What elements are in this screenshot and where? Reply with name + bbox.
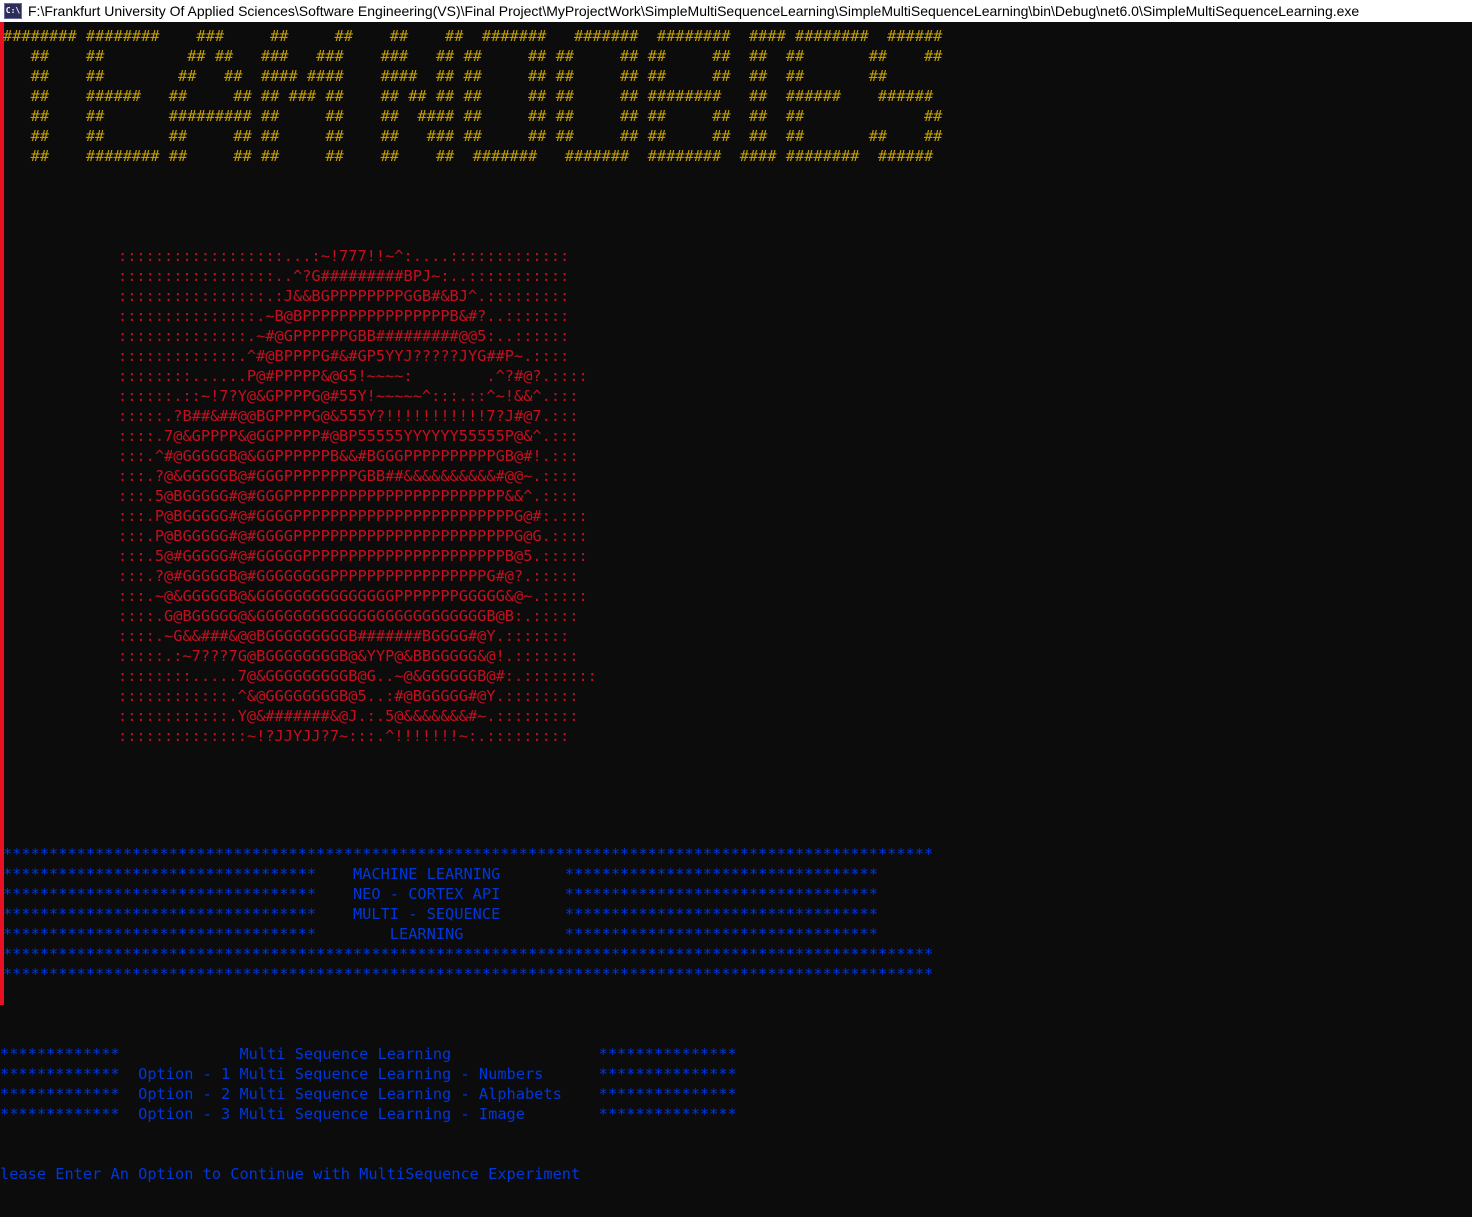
machine-learning-banner-box: ****************************************… [3,845,934,983]
window-title-bar[interactable]: C:\ F:\Frankfurt University Of Applied S… [0,0,1472,22]
console-app-icon: C:\ [4,3,22,19]
window-title: F:\Frankfurt University Of Applied Scien… [28,3,1360,19]
console-output[interactable]: ######## ######## ### ## ## ## ## ######… [0,22,1472,1217]
input-prompt: lease Enter An Option to Continue with M… [0,1165,581,1183]
ascii-art-logo: ::::::::::::::::::...:~!777!!~^:....::::… [118,247,597,745]
options-menu: ************* Multi Sequence Learning **… [0,1045,737,1123]
ascii-banner-text: ######## ######## ### ## ## ## ## ######… [3,27,943,165]
